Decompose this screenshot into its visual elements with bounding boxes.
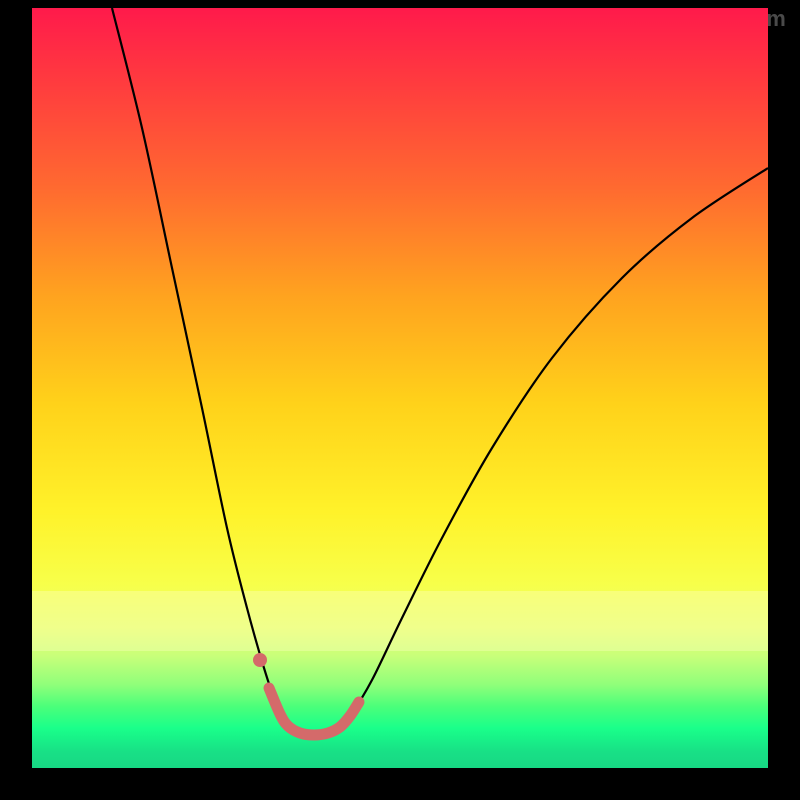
bottleneck-curve — [112, 8, 768, 734]
highlight-markers — [253, 653, 267, 667]
highlight-segments — [269, 688, 359, 735]
marker-lone-dot — [253, 653, 267, 667]
chart-frame — [32, 8, 768, 768]
chart-svg — [32, 8, 768, 768]
